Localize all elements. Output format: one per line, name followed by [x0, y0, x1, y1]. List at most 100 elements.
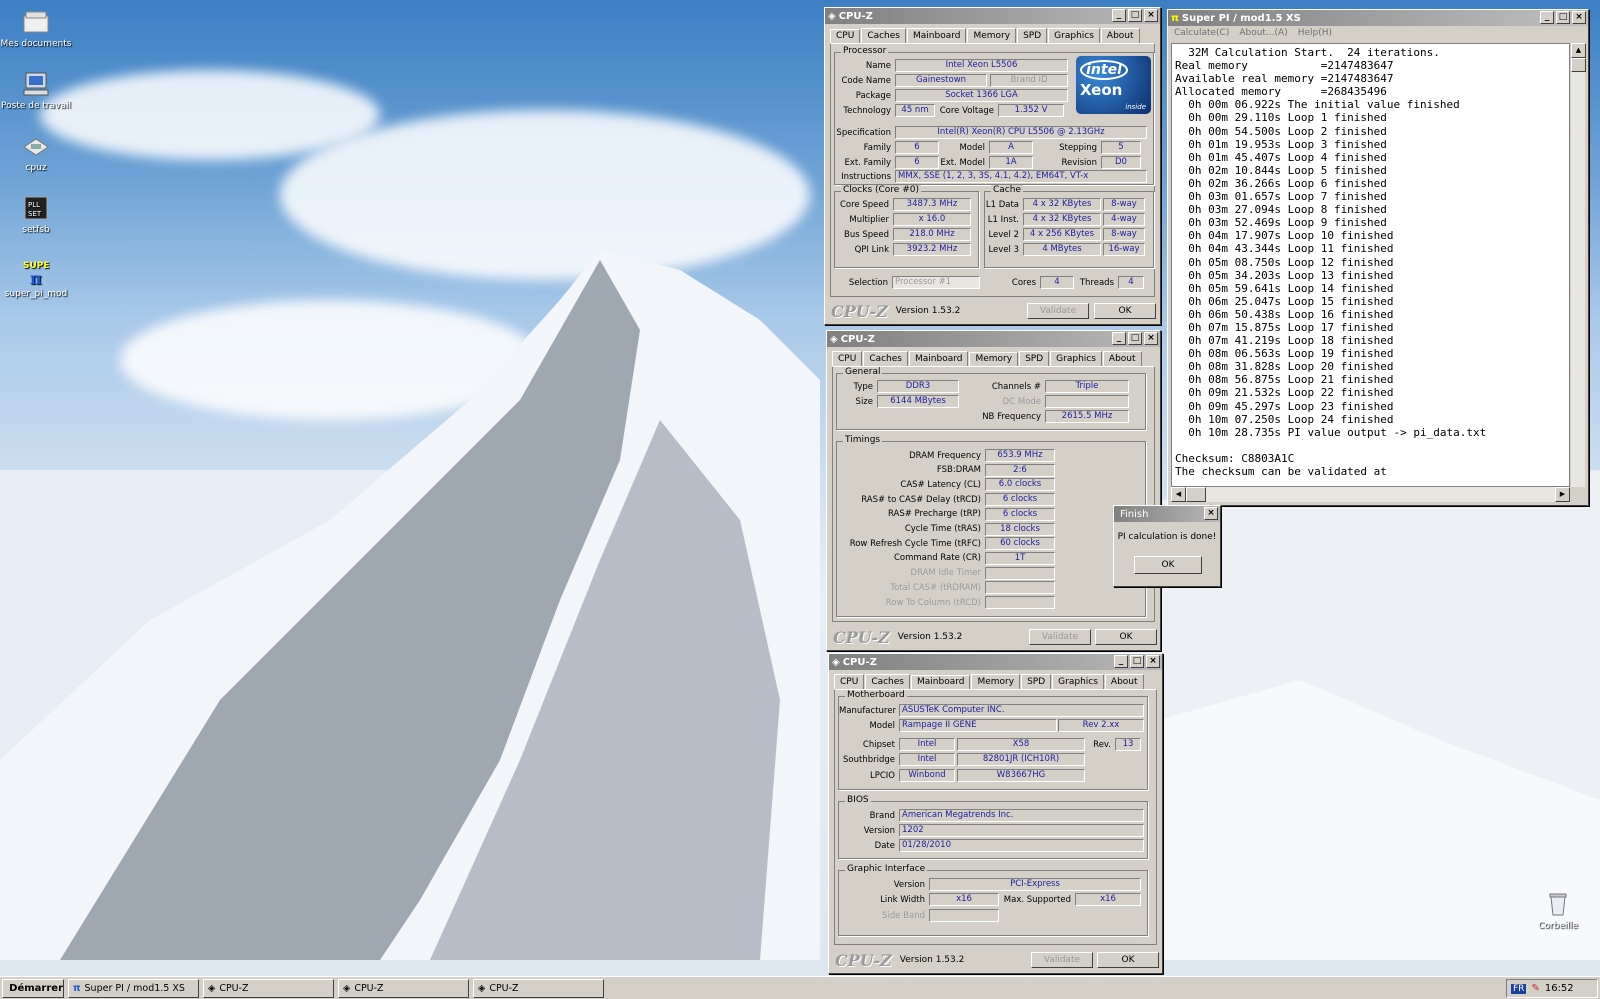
family-field: 6: [895, 141, 939, 154]
console-line: Available real memory =2147483647: [1175, 72, 1394, 86]
output-console[interactable]: 32M Calculation Start. 24 iterations. Rea…: [1171, 43, 1570, 487]
validate-button[interactable]: Validate: [1031, 952, 1093, 968]
network-icon[interactable]: ✎: [1531, 983, 1539, 994]
tab-spd[interactable]: SPD: [1019, 351, 1050, 366]
start-button[interactable]: Démarrer: [2, 978, 64, 998]
desktop-icon-setfsb[interactable]: PLL SET setfsb: [0, 194, 74, 235]
tab-cpu[interactable]: CPU: [834, 674, 865, 689]
tab-graphics[interactable]: Graphics: [1050, 351, 1102, 366]
validate-button[interactable]: Validate: [1027, 303, 1089, 319]
tab-cpu[interactable]: CPU: [832, 351, 863, 366]
title-bar[interactable]: ◈ CPU-Z _ □ ×: [827, 331, 1160, 347]
close-button[interactable]: ×: [1572, 11, 1586, 24]
console-line: 0h 08m 56.875s Loop 21 finished: [1175, 373, 1394, 387]
scroll-thumb[interactable]: [1571, 58, 1586, 72]
setfsb-app-icon: PLL SET: [21, 194, 51, 222]
taskbar-item-cpuz[interactable]: ◈ CPU-Z: [473, 978, 604, 998]
title-bar[interactable]: ◈ CPU-Z _ □ ×: [825, 8, 1160, 24]
desktop-icon-label: super_pi_mod: [4, 289, 68, 299]
tab-graphics[interactable]: Graphics: [1052, 674, 1104, 689]
minimize-button[interactable]: _: [1112, 332, 1126, 345]
dialog-title: Finish: [1120, 508, 1149, 520]
svg-text:PLL: PLL: [28, 201, 40, 209]
tab-about[interactable]: About: [1102, 351, 1142, 366]
scroll-left-icon[interactable]: ◀: [1171, 487, 1186, 502]
desktop-icon-poste-de-travail[interactable]: Poste de travail: [0, 70, 74, 111]
tab-mainboard[interactable]: Mainboard: [911, 675, 971, 690]
channels-label: Channels #: [991, 381, 1041, 392]
cache-way-field: 4-way: [1103, 213, 1145, 226]
menu-about[interactable]: About...(A): [1239, 28, 1287, 38]
tab-mainboard[interactable]: Mainboard: [909, 351, 969, 366]
ok-button[interactable]: OK: [1095, 629, 1157, 645]
ok-button[interactable]: OK: [1134, 556, 1202, 574]
minimize-button[interactable]: _: [1540, 11, 1554, 24]
size-label: Size: [855, 396, 873, 407]
timing-value: 6 clocks: [985, 507, 1055, 521]
scroll-up-icon[interactable]: ▲: [1571, 43, 1586, 58]
taskbar-item-cpuz[interactable]: ◈ CPU-Z: [338, 978, 469, 998]
menu-calculate[interactable]: Calculate(C): [1174, 28, 1229, 38]
core-voltage-field: 1.352 V: [998, 104, 1064, 117]
minimize-button[interactable]: _: [1114, 655, 1128, 668]
codename-field: Gainestown: [895, 74, 987, 87]
tab-about[interactable]: About: [1104, 674, 1144, 689]
tab-caches[interactable]: Caches: [865, 674, 910, 689]
southbridge-label: Southbridge: [843, 754, 895, 765]
taskbar-item-superpi[interactable]: π Super PI / mod1.5 XS: [68, 978, 199, 998]
tab-caches[interactable]: Caches: [861, 28, 906, 43]
title-bar[interactable]: ◈ CPU-Z _ □ ×: [829, 654, 1162, 670]
validate-button[interactable]: Validate: [1029, 629, 1091, 645]
maximize-button[interactable]: □: [1556, 11, 1570, 24]
tab-memory[interactable]: Memory: [967, 28, 1017, 43]
cache-label: L1 Inst.: [987, 214, 1019, 225]
tab-graphics[interactable]: Graphics: [1048, 28, 1100, 43]
maximize-button[interactable]: □: [1128, 9, 1142, 22]
close-button[interactable]: ×: [1144, 332, 1158, 345]
link-width-field: x16: [929, 893, 999, 906]
processor-select[interactable]: Processor #1: [892, 276, 980, 289]
tab-memory[interactable]: Memory: [971, 674, 1021, 689]
gi-version-label: Version: [893, 879, 925, 890]
timing-value: [985, 566, 1055, 580]
language-indicator[interactable]: FR: [1511, 983, 1527, 994]
cache-way-field: 8-way: [1103, 198, 1145, 211]
horizontal-scrollbar[interactable]: ◀ ▶: [1171, 487, 1570, 502]
scroll-right-icon[interactable]: ▶: [1555, 487, 1570, 502]
tab-memory[interactable]: Memory: [969, 352, 1019, 367]
title-bar[interactable]: π Super PI / mod1.5 XS _ □ ×: [1168, 10, 1588, 26]
tab-mainboard[interactable]: Mainboard: [907, 28, 967, 43]
desktop-icon-cpuz[interactable]: cpuz: [0, 132, 74, 173]
desktop-icon-recycle-bin[interactable]: Corbeille: [1520, 890, 1596, 931]
scroll-thumb[interactable]: [1186, 487, 1206, 502]
taskbar-item-cpuz[interactable]: ◈ CPU-Z: [203, 978, 334, 998]
graphic-interface-group: Graphic Interface Version PCI-Express Lin…: [838, 864, 1148, 936]
minimize-button[interactable]: _: [1112, 9, 1126, 22]
start-label: Démarrer: [9, 982, 63, 994]
tab-about[interactable]: About: [1100, 28, 1140, 43]
tab-caches[interactable]: Caches: [863, 351, 908, 366]
ok-button[interactable]: OK: [1094, 303, 1156, 319]
size-field: 6144 MBytes: [877, 395, 959, 408]
desktop-icon-super-pi[interactable]: SUPERπ super_pi_mod: [0, 258, 74, 299]
vertical-scrollbar[interactable]: ▲: [1570, 43, 1586, 487]
cache-way-field: 8-way: [1103, 228, 1145, 241]
date-label: Date: [874, 840, 895, 851]
tab-cpu[interactable]: CPU: [830, 29, 861, 44]
tab-spd[interactable]: SPD: [1021, 674, 1052, 689]
maximize-button[interactable]: □: [1128, 332, 1142, 345]
menu-help[interactable]: Help(H): [1298, 28, 1332, 38]
tab-spd[interactable]: SPD: [1017, 28, 1048, 43]
title-bar[interactable]: Finish ×: [1114, 506, 1220, 522]
model-field: Rampage II GENE: [899, 719, 1057, 732]
ok-button[interactable]: OK: [1097, 952, 1159, 968]
maximize-button[interactable]: □: [1130, 655, 1144, 668]
type-label: Type: [853, 381, 873, 392]
timing-label: RAS# Precharge (tRP): [887, 509, 981, 520]
close-button[interactable]: ×: [1146, 655, 1160, 668]
close-button[interactable]: ×: [1204, 507, 1218, 520]
close-button[interactable]: ×: [1144, 9, 1158, 22]
desktop-icon-mes-documents[interactable]: Mes documents: [0, 8, 74, 49]
system-tray: FR ✎ 16:52: [1506, 979, 1598, 998]
timing-label: DRAM Frequency: [909, 450, 981, 461]
